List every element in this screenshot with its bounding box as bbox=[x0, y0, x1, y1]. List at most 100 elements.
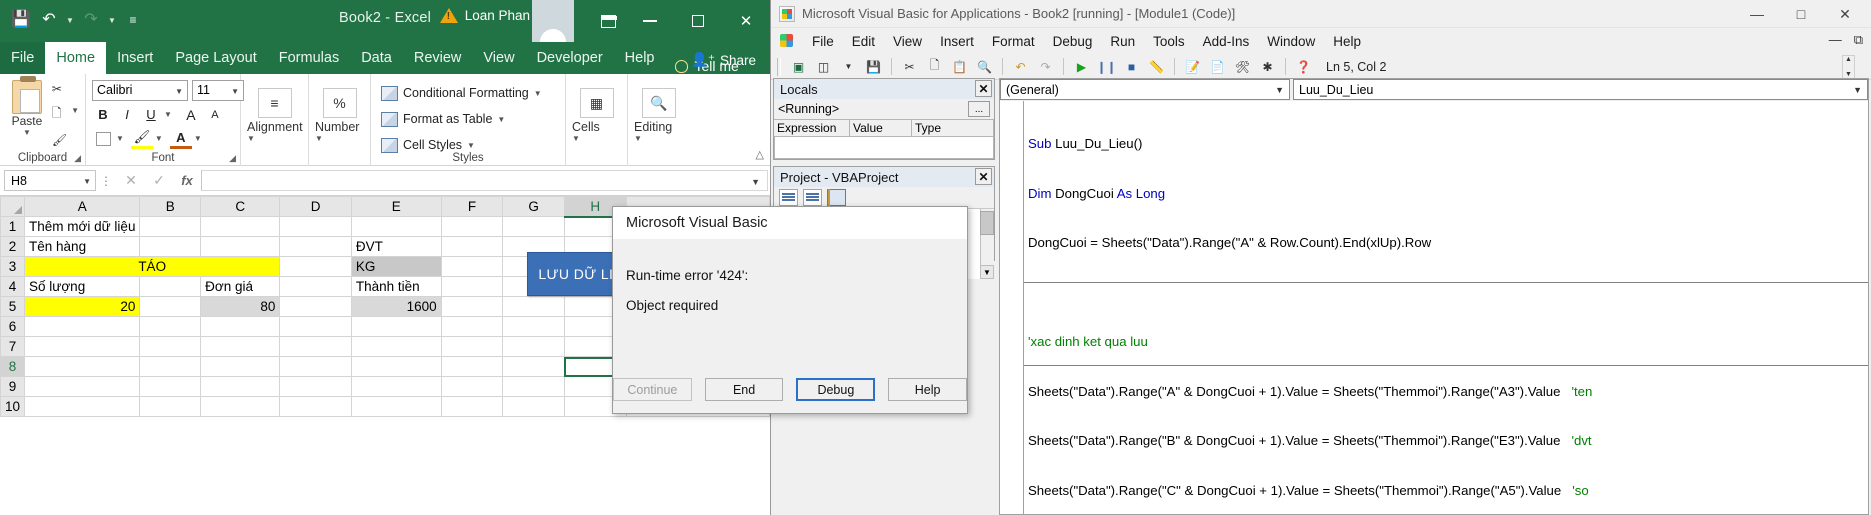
cell-f10[interactable] bbox=[440, 396, 504, 417]
help-button[interactable]: Help bbox=[888, 378, 967, 401]
font-size-input[interactable]: 11 ▼ bbox=[192, 80, 244, 101]
tab-home[interactable]: Home bbox=[45, 42, 107, 74]
procedure-dropdown-chevron-icon[interactable]: ▼ bbox=[1853, 85, 1862, 95]
cell-e3[interactable]: KG bbox=[350, 256, 442, 277]
menu-edit[interactable]: Edit bbox=[843, 28, 884, 54]
vba-minimize-button[interactable]: — bbox=[1735, 0, 1779, 28]
cell-c7[interactable] bbox=[200, 336, 281, 357]
cell-a6[interactable] bbox=[24, 316, 141, 337]
cell-b5[interactable] bbox=[139, 296, 202, 317]
locals-call-stack-button[interactable]: ... bbox=[968, 101, 990, 117]
cell-d4[interactable] bbox=[279, 276, 352, 297]
cell-c1[interactable] bbox=[200, 216, 281, 237]
editing-dropdown-icon[interactable]: ▼ bbox=[634, 134, 642, 143]
locals-col-type[interactable]: Type bbox=[912, 120, 994, 137]
cell-d1[interactable] bbox=[279, 216, 352, 237]
project-explorer-icon[interactable]: 📝 bbox=[1182, 56, 1203, 77]
cut-icon[interactable]: ✂ bbox=[899, 56, 920, 77]
column-header-c[interactable]: C bbox=[200, 196, 281, 217]
name-box-dropdown-icon[interactable]: ▼ bbox=[83, 177, 91, 186]
cell-f2[interactable] bbox=[440, 236, 504, 257]
object-browser-icon[interactable]: 🛠 bbox=[1232, 56, 1253, 77]
close-button[interactable]: ✕ bbox=[722, 0, 770, 42]
tab-file[interactable]: File bbox=[0, 42, 46, 74]
row-header-7[interactable]: 7 bbox=[0, 336, 26, 357]
cell-g7[interactable] bbox=[502, 336, 565, 357]
cut-icon[interactable]: ✂ bbox=[52, 82, 67, 96]
italic-button[interactable]: I bbox=[116, 104, 138, 125]
expand-formula-bar-icon[interactable]: ▼ bbox=[751, 177, 760, 187]
cell-e4[interactable]: Thành tiền bbox=[350, 276, 442, 297]
cell-a4[interactable]: Số lượng bbox=[24, 276, 141, 297]
vba-restore-button[interactable]: □ bbox=[1779, 0, 1823, 28]
tab-developer[interactable]: Developer bbox=[526, 42, 614, 74]
locals-close-icon[interactable]: ✕ bbox=[975, 80, 992, 97]
pause-icon[interactable]: ❙❙ bbox=[1096, 56, 1117, 77]
design-mode-icon[interactable]: 📏 bbox=[1146, 56, 1167, 77]
save-icon[interactable]: 💾 bbox=[863, 56, 884, 77]
cell-b10[interactable] bbox=[139, 396, 202, 417]
object-dropdown-chevron-icon[interactable]: ▼ bbox=[1275, 85, 1284, 95]
undo-icon[interactable]: ↶ bbox=[1010, 56, 1031, 77]
formula-input[interactable]: ▼ bbox=[201, 170, 768, 191]
cells-icon[interactable]: ▦ bbox=[579, 88, 614, 118]
cell-e10[interactable] bbox=[350, 396, 442, 417]
paste-icon[interactable]: 📋 bbox=[949, 56, 970, 77]
object-dropdown[interactable]: (General) ▼ bbox=[1000, 79, 1290, 100]
fill-color-dropdown-icon[interactable]: ▼ bbox=[155, 134, 163, 143]
copy-icon[interactable]: 🗋 bbox=[924, 56, 945, 77]
borders-dropdown-icon[interactable]: ▼ bbox=[116, 134, 124, 143]
reset-icon[interactable]: ■ bbox=[1121, 56, 1142, 77]
tab-view[interactable]: View bbox=[472, 42, 525, 74]
cell-d6[interactable] bbox=[279, 316, 352, 337]
cell-e6[interactable] bbox=[350, 316, 442, 337]
toggle-folders-icon[interactable] bbox=[827, 189, 846, 208]
project-scrollbar[interactable]: ▼ bbox=[980, 209, 994, 279]
insert-dropdown-icon[interactable]: ▼ bbox=[838, 56, 859, 77]
format-as-table-button[interactable]: Format as Table ▼ bbox=[377, 106, 505, 132]
run-icon[interactable]: ▶ bbox=[1071, 56, 1092, 77]
menu-window[interactable]: Window bbox=[1258, 28, 1324, 54]
name-box[interactable]: H8 ▼ bbox=[4, 170, 96, 191]
fill-color-icon[interactable]: 🖌 bbox=[130, 128, 153, 149]
cell-a1[interactable]: Thêm mới dữ liệu bbox=[24, 216, 141, 237]
menu-format[interactable]: Format bbox=[983, 28, 1044, 54]
mdi-restore-icon[interactable]: ⧉ bbox=[1854, 32, 1863, 48]
cell-d2[interactable] bbox=[279, 236, 352, 257]
copy-icon[interactable]: 🗋 bbox=[52, 104, 67, 125]
row-header-5[interactable]: 5 bbox=[0, 296, 26, 317]
toolbar-grip[interactable] bbox=[777, 57, 781, 76]
cell-a2[interactable]: Tên hàng bbox=[24, 236, 141, 257]
cell-c4[interactable]: Đơn giá bbox=[200, 276, 281, 297]
view-code-icon[interactable] bbox=[779, 189, 798, 206]
debug-button[interactable]: Debug bbox=[796, 378, 876, 401]
font-name-dropdown-icon[interactable]: ▼ bbox=[175, 87, 183, 96]
cell-c6[interactable] bbox=[200, 316, 281, 337]
cell-a3-merged[interactable]: TÁO bbox=[24, 256, 281, 277]
paste-icon[interactable] bbox=[11, 76, 42, 114]
row-header-9[interactable]: 9 bbox=[0, 376, 26, 397]
cell-c10[interactable] bbox=[200, 396, 281, 417]
cell-b6[interactable] bbox=[139, 316, 202, 337]
paste-dropdown-icon[interactable]: ▼ bbox=[6, 128, 48, 137]
code-margin-indicator-bar[interactable] bbox=[1000, 101, 1024, 514]
clipboard-dialog-launcher-icon[interactable]: ◢ bbox=[74, 153, 81, 164]
mdi-minimize-icon[interactable]: — bbox=[1829, 32, 1842, 48]
ribbon-display-options-icon[interactable] bbox=[596, 9, 620, 33]
number-dropdown-icon[interactable]: ▼ bbox=[315, 134, 323, 143]
tab-review[interactable]: Review bbox=[403, 42, 473, 74]
format-painter-icon[interactable]: 🖌 bbox=[52, 133, 67, 147]
avatar[interactable] bbox=[532, 0, 574, 44]
percent-icon[interactable]: % bbox=[322, 88, 357, 118]
column-header-g[interactable]: G bbox=[502, 196, 565, 217]
cell-g5[interactable] bbox=[502, 296, 565, 317]
code-text[interactable]: Sub Luu_Du_Lieu() Dim DongCuoi As Long D… bbox=[1028, 103, 1868, 514]
redo-icon[interactable]: ↷ bbox=[1035, 56, 1056, 77]
menu-debug[interactable]: Debug bbox=[1044, 28, 1102, 54]
project-scroll-down-icon[interactable]: ▼ bbox=[980, 265, 994, 279]
tab-formulas[interactable]: Formulas bbox=[268, 42, 350, 74]
menu-view[interactable]: View bbox=[884, 28, 931, 54]
cell-a8[interactable] bbox=[24, 356, 141, 377]
cell-g1[interactable] bbox=[502, 216, 565, 237]
column-header-b[interactable]: B bbox=[139, 196, 202, 217]
